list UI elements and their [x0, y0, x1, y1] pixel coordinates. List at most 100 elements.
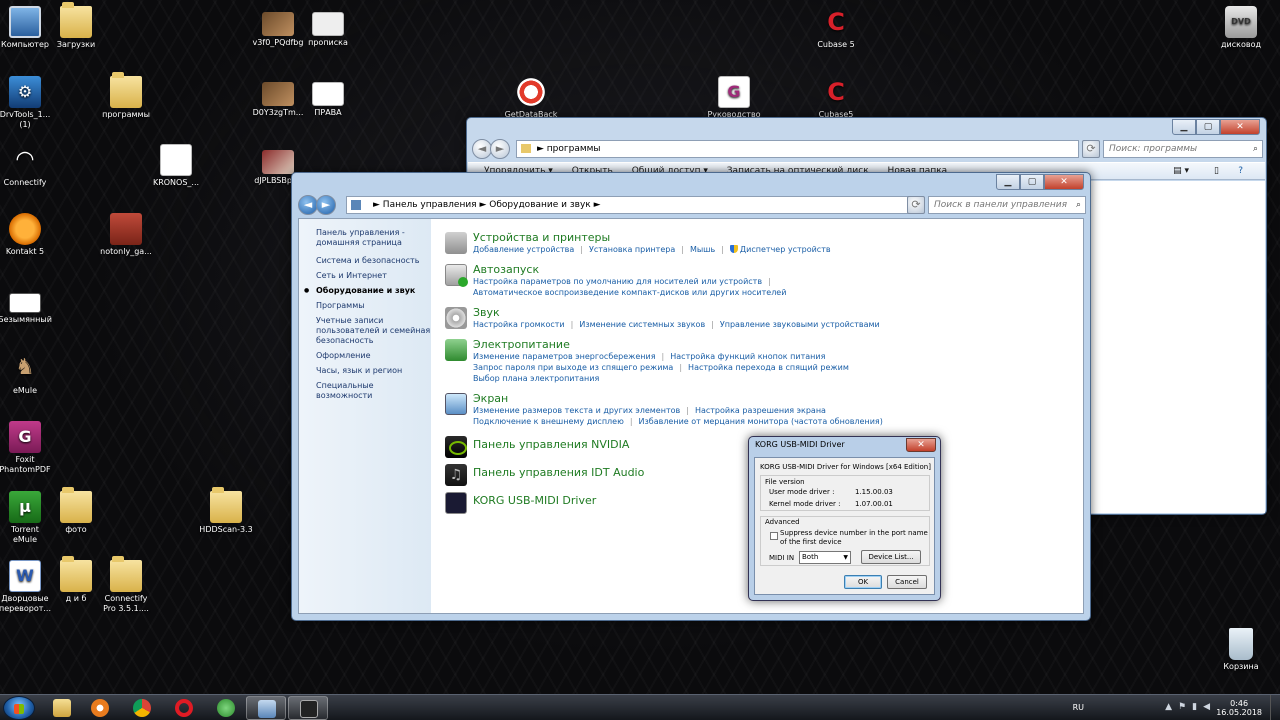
desktop-icon-korzina[interactable]: Корзина [1211, 628, 1271, 672]
desktop-icon-drvtools[interactable]: ⚙ DrvTools_1... (1) [0, 76, 55, 130]
refresh-button[interactable]: ⟳ [1082, 140, 1100, 158]
desktop-icon-connectify[interactable]: ◠ Connectify [0, 144, 55, 188]
minimize-button[interactable]: ▁ [996, 174, 1020, 190]
search-input[interactable]: Поиск в панели управления ⌕ [928, 196, 1086, 214]
desktop-icon-emule[interactable]: ♞ eMule [0, 352, 55, 396]
link-add-device[interactable]: Добавление устройства [473, 244, 583, 255]
category-title[interactable]: Экран [473, 392, 1075, 405]
address-bar[interactable]: ► Панель управления ► Оборудование и зву… [346, 196, 910, 214]
link-volume[interactable]: Настройка громкости [473, 319, 573, 330]
cancel-button[interactable]: Cancel [887, 575, 927, 589]
close-button[interactable]: ✕ [1220, 119, 1260, 135]
link-add-printer[interactable]: Установка принтера [589, 244, 684, 255]
maximize-button[interactable]: ▢ [1196, 119, 1220, 135]
search-input[interactable]: Поиск: программы ⌕ [1103, 140, 1263, 158]
close-button[interactable]: ✕ [906, 438, 936, 452]
desktop-icon-propiska[interactable]: прописка [298, 6, 358, 48]
show-desktop-button[interactable] [1270, 695, 1280, 720]
link-text-size[interactable]: Изменение размеров текста и других элеме… [473, 405, 689, 416]
sidebar-item-user-accounts[interactable]: Учетные записи пользователей и семейная … [316, 316, 431, 346]
desktop-icon-hddscan[interactable]: HDDScan-3.3 [196, 487, 256, 535]
music-note-icon: ♫ [445, 464, 467, 486]
forward-button[interactable]: ► [490, 139, 510, 159]
back-button[interactable]: ◄ [298, 195, 318, 215]
link-power-buttons[interactable]: Настройка функций кнопок питания [670, 351, 825, 362]
desktop-icon-diskovod[interactable]: DVD дисковод [1211, 6, 1271, 50]
link-wake-password[interactable]: Запрос пароля при выходе из спящего режи… [473, 362, 682, 373]
refresh-button[interactable]: ⟳ [907, 196, 925, 214]
link-external-display[interactable]: Подключение к внешнему дисплею [473, 416, 633, 427]
sidebar-item-system-security[interactable]: Система и безопасность [316, 256, 431, 266]
forward-button[interactable]: ► [316, 195, 336, 215]
help-icon[interactable]: ? [1238, 163, 1243, 180]
flag-icon[interactable]: ⚑ [1178, 702, 1192, 712]
link-sleep-settings[interactable]: Настройка перехода в спящий режим [688, 362, 849, 373]
sidebar-item-hardware-sound[interactable]: Оборудование и звук [304, 286, 431, 296]
link-autoplay-defaults[interactable]: Настройка параметров по умолчанию для но… [473, 276, 771, 287]
link-device-manager[interactable]: Диспетчер устройств [729, 244, 831, 255]
desktop-icon-foxit[interactable]: G Foxit PhantomPDF [0, 421, 55, 475]
category-title[interactable]: Устройства и принтеры [473, 231, 1075, 244]
view-options-icon[interactable]: ▤ ▾ [1173, 163, 1189, 180]
sidebar-item-home[interactable]: Панель управления - домашняя страница [316, 228, 431, 248]
link-screen-resolution[interactable]: Настройка разрешения экрана [695, 405, 826, 416]
clock[interactable]: 0:46 16.05.2018 [1216, 699, 1262, 717]
category-title[interactable]: Автозапуск [473, 263, 1075, 276]
show-hidden-icons-icon[interactable]: ▲ [1165, 702, 1178, 712]
taskbar-chrome[interactable] [122, 696, 162, 720]
language-indicator[interactable]: RU [1073, 703, 1084, 712]
breadcrumb-hardware-sound[interactable]: Оборудование и звук [489, 200, 590, 210]
link-system-sounds[interactable]: Изменение системных звуков [579, 319, 714, 330]
category-title[interactable]: Звук [473, 306, 1075, 319]
taskbar-media-player[interactable] [80, 696, 120, 720]
desktop-icon-rukovodstvo[interactable]: G Руководство [704, 76, 764, 120]
desktop-icon-getdataback[interactable]: GetDataBack [501, 76, 561, 120]
volume-icon[interactable]: ◀ [1203, 702, 1216, 712]
midi-in-select[interactable]: Both [799, 551, 851, 564]
ok-button[interactable]: OK [844, 575, 882, 589]
address-bar[interactable]: ► программы [516, 140, 1079, 158]
control-panel-icon [351, 200, 361, 210]
desktop-icon-prava[interactable]: ПРАВА [298, 76, 358, 118]
desktop-icon-cubase5a[interactable]: C Cubase 5 [806, 6, 866, 50]
desktop-icon-foto[interactable]: фото [46, 487, 106, 535]
taskbar-control-panel[interactable] [246, 696, 286, 720]
close-button[interactable]: ✕ [1044, 174, 1084, 190]
desktop-icon-downloads[interactable]: Загрузки [46, 2, 106, 50]
control-panel-window[interactable]: ▁ ▢ ✕ ◄ ► ► Панель управления ► Оборудов… [291, 172, 1091, 621]
sidebar-item-network[interactable]: Сеть и Интернет [316, 271, 431, 281]
taskbar-explorer[interactable] [42, 696, 82, 720]
link-power-plan[interactable]: Выбор плана электропитания [473, 373, 599, 384]
minimize-button[interactable]: ▁ [1172, 119, 1196, 135]
taskbar-opera[interactable] [164, 696, 204, 720]
sidebar-item-accessibility[interactable]: Специальные возможности [316, 381, 431, 401]
link-power-settings[interactable]: Изменение параметров энергосбережения [473, 351, 664, 362]
link-audio-devices[interactable]: Управление звуковыми устройствами [720, 319, 880, 330]
start-button[interactable] [3, 696, 35, 720]
torrent-icon: μ [9, 491, 41, 523]
taskbar-utorrent[interactable] [206, 696, 246, 720]
preview-pane-icon[interactable]: ▯ [1214, 163, 1219, 180]
taskbar-korg-driver[interactable] [288, 696, 328, 720]
sidebar-item-programs[interactable]: Программы [316, 301, 431, 311]
category-title[interactable]: Электропитание [473, 338, 1075, 351]
desktop-icon-bezymyanny[interactable]: Безымянный [0, 283, 55, 325]
back-button[interactable]: ◄ [472, 139, 492, 159]
sidebar-item-clock-region[interactable]: Часы, язык и регион [316, 366, 431, 376]
maximize-button[interactable]: ▢ [1020, 174, 1044, 190]
desktop-icon-cubase5b[interactable]: C Cubase5 [806, 76, 866, 120]
desktop-icon-connectify-pro[interactable]: Connectify Pro 3.5.1.... [96, 556, 156, 614]
network-icon[interactable]: ▮ [1192, 702, 1203, 712]
breadcrumb-control-panel[interactable]: Панель управления [383, 200, 477, 210]
desktop-icon-kontakt[interactable]: Kontakt 5 [0, 213, 55, 257]
korg-dialog[interactable]: KORG USB-MIDI Driver ✕ KORG USB-MIDI Dri… [748, 436, 941, 601]
desktop-icon-notonly[interactable]: notonly_ga... [96, 213, 156, 257]
desktop-icon-kronos[interactable]: KRONOS_... [146, 144, 206, 188]
link-mouse[interactable]: Мышь [690, 244, 724, 255]
link-autoplay-cd[interactable]: Автоматическое воспроизведение компакт-д… [473, 287, 786, 298]
desktop-icon-programs[interactable]: программы [96, 72, 156, 120]
sidebar-item-appearance[interactable]: Оформление [316, 351, 431, 361]
suppress-checkbox[interactable] [770, 532, 778, 540]
link-refresh-rate[interactable]: Избавление от мерцания монитора (частота… [639, 416, 883, 427]
device-list-button[interactable]: Device List... [861, 550, 921, 564]
